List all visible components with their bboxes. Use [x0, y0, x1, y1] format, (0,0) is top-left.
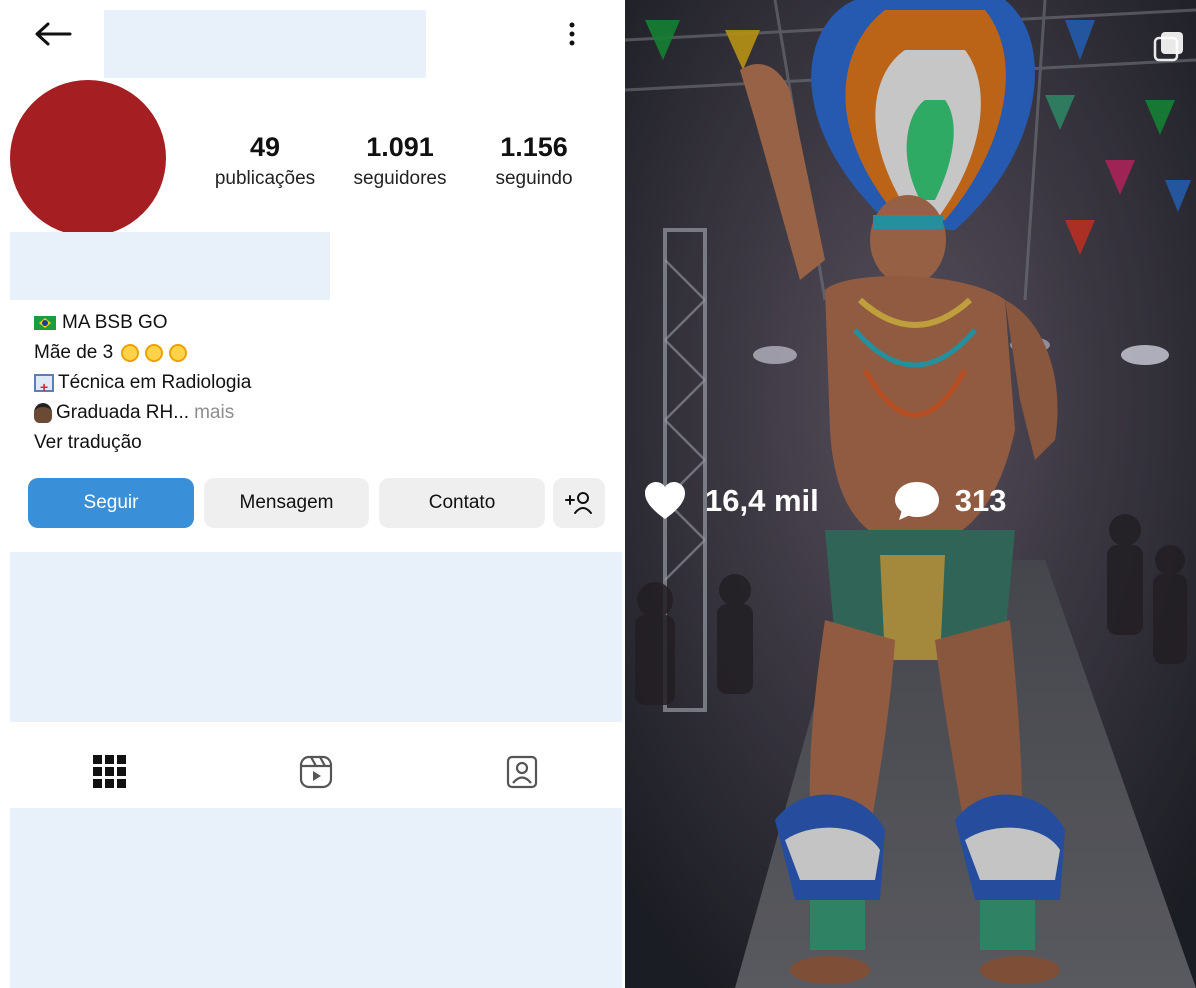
- stat-following-value: 1.156: [500, 132, 568, 162]
- redacted-username: [104, 10, 426, 78]
- heart-icon: [645, 482, 685, 519]
- graduate-icon: [34, 403, 52, 423]
- stat-followers-value: 1.091: [366, 132, 434, 162]
- bio-more-link[interactable]: mais: [194, 398, 234, 428]
- tab-posts-grid[interactable]: [90, 752, 130, 792]
- kebab-menu-icon: [569, 22, 575, 46]
- hatching-chick-icon: [145, 344, 164, 362]
- redacted-posts-grid: [10, 808, 622, 988]
- likes-count: 16,4 mil: [705, 483, 819, 518]
- bio-line-location: MA BSB GO: [34, 308, 251, 338]
- reels-icon: [299, 755, 333, 789]
- bio-graduate-text: Graduada RH...: [56, 402, 190, 423]
- tab-reels[interactable]: [296, 752, 336, 792]
- bio-line-graduate: Graduada RH... mais: [34, 398, 251, 428]
- bio-location-text: MA BSB GO: [62, 312, 168, 333]
- add-person-icon: [565, 492, 592, 514]
- post-preview[interactable]: 16,4 mil 313: [625, 0, 1196, 988]
- hospital-icon: [34, 372, 54, 402]
- bio-line-mother: Mãe de 3: [34, 338, 251, 368]
- follow-button[interactable]: Seguir: [28, 478, 194, 528]
- comment-bubble-icon: [894, 482, 939, 520]
- stat-posts-label: publicações: [214, 168, 316, 189]
- post-engagement-overlay: 16,4 mil 313: [643, 480, 1006, 522]
- bio-translate-link[interactable]: Ver tradução: [34, 428, 251, 458]
- suggested-accounts-button[interactable]: [553, 478, 605, 528]
- stat-followers-label: seguidores: [353, 168, 447, 189]
- tagged-icon: [506, 755, 538, 789]
- stat-posts-value: 49: [249, 132, 281, 162]
- tab-tagged[interactable]: [502, 752, 542, 792]
- brazil-flag-icon: [34, 316, 56, 330]
- back-button[interactable]: [30, 14, 76, 54]
- redacted-highlights: [10, 552, 622, 722]
- hatching-chick-icon: [169, 344, 188, 362]
- bio-mother-text: Mãe de 3: [34, 342, 114, 363]
- bio-line-profession: Técnica em Radiologia: [34, 368, 252, 402]
- options-menu-button[interactable]: [556, 14, 588, 54]
- message-button[interactable]: Mensagem: [204, 478, 369, 528]
- bio-translate-text: Ver tradução: [34, 432, 142, 453]
- stat-following[interactable]: 1.156 seguindo: [482, 132, 586, 192]
- profile-panel: 49 publicações 1.091 seguidores 1.156 se…: [0, 0, 625, 988]
- profile-bio: MA BSB GO Mãe de 3 Técnica em Radiologia…: [34, 308, 251, 458]
- back-arrow-icon: [35, 22, 72, 46]
- hatching-chick-icon: [121, 344, 140, 362]
- stat-followers[interactable]: 1.091 seguidores: [340, 132, 460, 192]
- stat-following-label: seguindo: [495, 168, 573, 189]
- grid-icon: [93, 755, 126, 788]
- contact-button[interactable]: Contato: [379, 478, 545, 528]
- comments-count: 313: [954, 483, 1007, 518]
- bio-profession-text: Técnica em Radiologia: [58, 372, 252, 393]
- avatar[interactable]: [10, 80, 166, 236]
- stat-posts[interactable]: 49 publicações: [204, 132, 326, 192]
- multiple-photos-icon: [1153, 32, 1183, 62]
- redacted-display-name: [10, 232, 330, 300]
